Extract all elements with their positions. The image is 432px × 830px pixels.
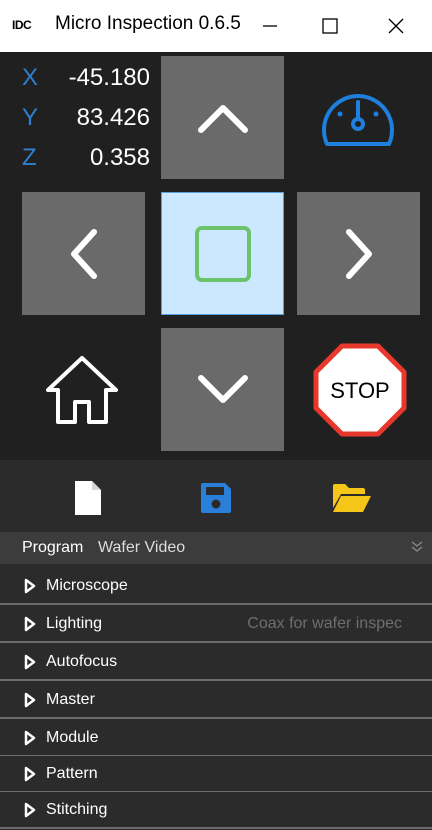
section-stitching[interactable]: Stitching xyxy=(0,792,432,829)
minimize-button[interactable] xyxy=(240,0,300,52)
expand-arrow-icon xyxy=(24,578,36,594)
stop-sign-icon: STOP xyxy=(313,343,407,437)
section-master[interactable]: Master xyxy=(0,682,432,719)
chevron-left-icon xyxy=(70,228,97,279)
window-title: Micro Inspection 0.6.5 xyxy=(55,13,241,34)
section-autofocus[interactable]: Autofocus xyxy=(0,644,432,681)
file-toolbar xyxy=(0,460,432,532)
double-chevron-down-icon[interactable] xyxy=(410,540,424,554)
save-icon xyxy=(201,483,231,513)
section-lighting[interactable]: Lighting Coax for wafer inspec xyxy=(0,606,432,643)
new-file-button[interactable] xyxy=(68,478,108,518)
open-folder-button[interactable] xyxy=(330,478,374,518)
stop-button[interactable]: STOP xyxy=(312,342,408,438)
square-icon xyxy=(194,225,251,282)
chevron-up-icon xyxy=(197,104,248,133)
y-coordinate: Y 83.426 xyxy=(22,104,150,138)
expand-arrow-icon xyxy=(24,730,36,746)
jog-center-button[interactable] xyxy=(161,192,284,315)
home-button[interactable] xyxy=(40,348,124,432)
section-pattern[interactable]: Pattern xyxy=(0,756,432,793)
section-microscope[interactable]: Microscope xyxy=(0,568,432,605)
x-coordinate: X -45.180 xyxy=(22,64,150,98)
close-button[interactable] xyxy=(366,0,426,52)
x-axis-label: X xyxy=(22,64,39,91)
chevron-right-icon xyxy=(345,228,372,279)
section-label: Module xyxy=(46,729,99,746)
section-label: Lighting xyxy=(46,615,103,632)
jog-left-button[interactable] xyxy=(22,192,145,315)
jog-panel: X -45.180 Y 83.426 Z 0.358 STOP xyxy=(0,52,432,460)
save-button[interactable] xyxy=(196,478,236,518)
app-logo: IDC xyxy=(12,18,32,32)
y-axis-label: Y xyxy=(22,104,39,131)
section-label: Microscope xyxy=(46,577,128,594)
chevron-down-icon xyxy=(197,374,248,403)
maximize-button[interactable] xyxy=(300,0,360,52)
section-label: Autofocus xyxy=(46,653,118,670)
speed-button[interactable] xyxy=(310,82,406,152)
jog-up-button[interactable] xyxy=(161,56,284,179)
jog-right-button[interactable] xyxy=(297,192,420,315)
section-value: Coax for wafer inspec xyxy=(247,615,402,632)
maximize-icon xyxy=(322,18,338,34)
stop-label: STOP xyxy=(330,378,390,403)
speedometer-icon xyxy=(322,94,394,146)
close-icon xyxy=(388,18,404,34)
title-bar[interactable]: IDC Micro Inspection 0.6.5 xyxy=(0,0,432,52)
jog-down-button[interactable] xyxy=(161,328,284,451)
expand-arrow-icon xyxy=(24,766,36,782)
section-label: Pattern xyxy=(46,765,98,782)
program-bar[interactable]: Program Wafer Video xyxy=(0,532,432,564)
program-label: Program xyxy=(22,539,84,556)
z-axis-label: Z xyxy=(22,144,37,171)
expand-arrow-icon xyxy=(24,616,36,632)
expand-arrow-icon xyxy=(24,802,36,818)
open-folder-icon xyxy=(333,484,371,512)
section-module[interactable]: Module xyxy=(0,720,432,757)
program-name: Wafer Video xyxy=(98,539,186,556)
y-position-value: 83.426 xyxy=(76,104,150,131)
new-file-icon xyxy=(75,481,101,515)
z-coordinate: Z 0.358 xyxy=(22,144,150,178)
section-label: Stitching xyxy=(46,801,108,818)
z-position-value: 0.358 xyxy=(89,144,150,171)
home-icon xyxy=(46,356,118,424)
expand-arrow-icon xyxy=(24,654,36,670)
section-label: Master xyxy=(46,691,95,708)
minimize-icon xyxy=(263,25,277,27)
x-position-value: -45.180 xyxy=(68,64,150,91)
app-window: IDC Micro Inspection 0.6.5 X -45.180 Y 8… xyxy=(0,0,432,830)
expand-arrow-icon xyxy=(24,692,36,708)
